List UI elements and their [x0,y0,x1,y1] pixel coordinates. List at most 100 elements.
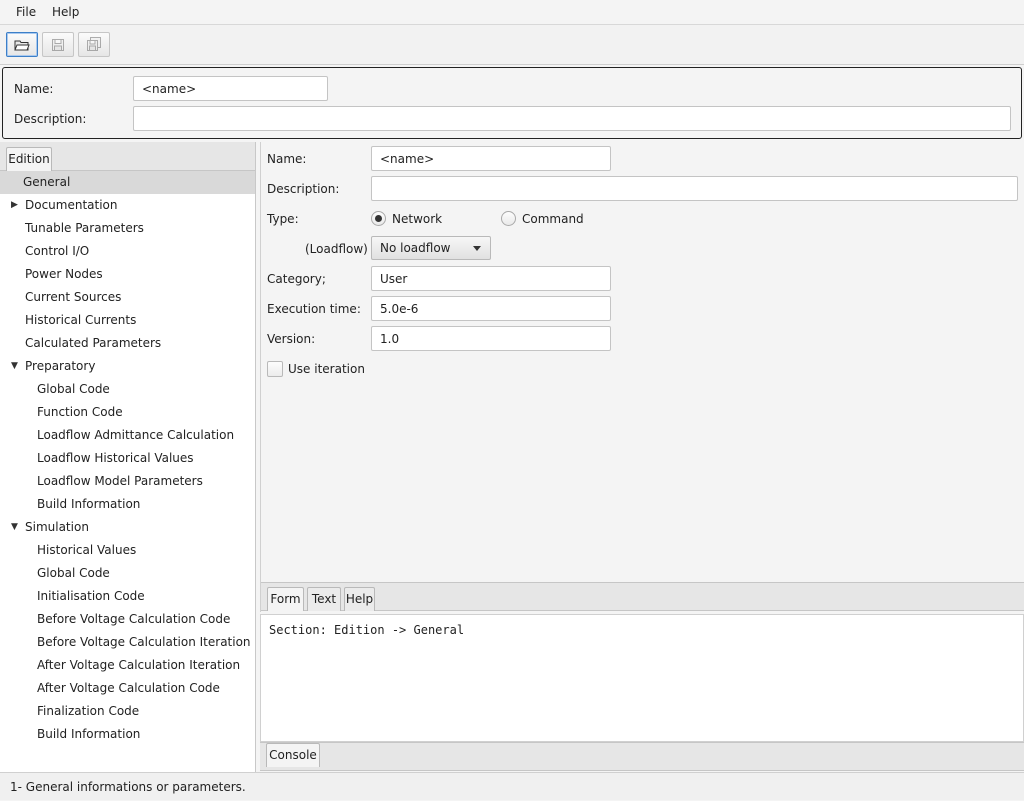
use-iteration-checkbox[interactable] [267,361,283,377]
tree-item-label: Historical Currents [25,313,137,327]
save-all-icon [87,37,101,51]
tree-item[interactable]: After Voltage Calculation Code [0,677,255,700]
tree-item-label: After Voltage Calculation Code [37,681,220,695]
expanded-triangle-icon[interactable]: ▼ [11,516,18,539]
execution-time-field[interactable] [371,296,611,321]
open-button[interactable] [6,32,38,57]
use-iteration-label[interactable]: Use iteration [288,362,365,376]
tab-text[interactable]: Text [307,587,341,611]
tree-item-label: Loadflow Historical Values [37,451,194,465]
model-header-panel: Name: Description: [2,67,1022,139]
menu-help[interactable]: Help [52,5,79,19]
form-name-field[interactable] [371,146,611,171]
chevron-down-icon [473,246,481,251]
tree-item-label: Before Voltage Calculation Iteration [37,635,251,649]
radio-selected-dot [375,215,382,222]
tab-console[interactable]: Console [266,743,320,767]
type-network-radio[interactable] [371,211,386,226]
form-type-label: Type: [267,212,299,226]
open-folder-icon [14,40,30,50]
execution-time-label: Execution time: [267,302,361,316]
tree-item-label: Build Information [37,727,141,741]
tree-item[interactable]: Before Voltage Calculation Iteration [0,631,255,654]
console-output: Section: Edition -> General [260,614,1024,742]
header-name-label: Name: [14,82,54,96]
tree-item[interactable]: Build Information [0,493,255,516]
loadflow-selected-value: No loadflow [380,241,451,255]
tree-item-label: Finalization Code [37,704,140,718]
expanded-triangle-icon[interactable]: ▼ [11,355,18,378]
form-pane: Name: Description: Type: Network Command… [260,142,1024,612]
tree-item[interactable]: ▶ Documentation [0,194,255,217]
tree-item-label: General [23,175,71,189]
menu-bar: File Help [0,0,1024,25]
form-name-label: Name: [267,152,307,166]
status-bar: 1- General informations or parameters. [0,772,1024,800]
tree-item[interactable]: Power Nodes [0,263,255,286]
tree-item-label: Power Nodes [25,267,103,281]
tree-item[interactable]: Current Sources [0,286,255,309]
type-network-label[interactable]: Network [392,212,442,226]
tree-item-label: Loadflow Admittance Calculation [37,428,235,442]
tree-item-label: Global Code [37,566,110,580]
loadflow-label: (Loadflow) [305,242,368,256]
tree-item[interactable]: Control I/O [0,240,255,263]
tree-item[interactable]: Loadflow Model Parameters [0,470,255,493]
tree-item-label: Global Code [37,382,110,396]
tree-item-label: Function Code [37,405,123,419]
tree-item[interactable]: After Voltage Calculation Iteration [0,654,255,677]
tab-help[interactable]: Help [344,587,375,611]
category-label: Category; [267,272,326,286]
save-icon [52,38,64,51]
section-tree-pane: Edition General ▶ Documentation Tunable Par… [0,142,256,772]
tree-item[interactable]: ▼ Simulation [0,516,255,539]
tree-item-label: Loadflow Model Parameters [37,474,203,488]
type-command-label[interactable]: Command [522,212,584,226]
category-field[interactable] [371,266,611,291]
left-tab-bar: Edition [0,142,255,171]
tree-item[interactable]: Historical Values [0,539,255,562]
save-all-button[interactable] [78,32,110,57]
tree-item-label: Before Voltage Calculation Code [37,612,231,626]
header-description-label: Description: [14,112,87,126]
tree-item[interactable]: Build Information [0,723,255,746]
save-button[interactable] [42,32,74,57]
version-label: Version: [267,332,316,346]
tree-item[interactable]: Calculated Parameters [0,332,255,355]
loadflow-combo[interactable]: No loadflow [371,236,491,260]
version-field[interactable] [371,326,611,351]
tree-item-label: Control I/O [25,244,90,258]
form-tab-bar: Form Text Help [261,582,1024,611]
tree-item-label: Calculated Parameters [25,336,162,350]
tree-item[interactable]: Finalization Code [0,700,255,723]
tree-item[interactable]: Tunable Parameters [0,217,255,240]
tree-item-label: Build Information [37,497,141,511]
tree-item-label: Documentation [25,198,118,212]
tree-item[interactable]: Function Code [0,401,255,424]
toolbar [0,25,1024,65]
form-description-label: Description: [267,182,340,196]
tab-edition[interactable]: Edition [6,147,52,171]
tree-item-label: Preparatory [25,359,96,373]
tree-item-label: Historical Values [37,543,137,557]
menu-file[interactable]: File [16,5,36,19]
tree-item[interactable]: Before Voltage Calculation Code [0,608,255,631]
type-command-radio[interactable] [501,211,516,226]
form-description-field[interactable] [371,176,1018,201]
tree-item-label: Simulation [25,520,89,534]
tab-form[interactable]: Form [267,587,304,611]
tree-item[interactable]: Global Code [0,378,255,401]
tree-item[interactable]: General [0,171,255,194]
tree-item-label: After Voltage Calculation Iteration [37,658,241,672]
tree-item[interactable]: Loadflow Historical Values [0,447,255,470]
tree-item-label: Current Sources [25,290,122,304]
header-description-field[interactable] [133,106,1011,131]
tree-item[interactable]: Initialisation Code [0,585,255,608]
header-name-field[interactable] [133,76,328,101]
tree-item-label: Tunable Parameters [25,221,144,235]
tree-item[interactable]: Loadflow Admittance Calculation [0,424,255,447]
tree-item[interactable]: Global Code [0,562,255,585]
tree-item[interactable]: Historical Currents [0,309,255,332]
collapsed-triangle-icon[interactable]: ▶ [11,194,18,217]
tree-item[interactable]: ▼ Preparatory [0,355,255,378]
